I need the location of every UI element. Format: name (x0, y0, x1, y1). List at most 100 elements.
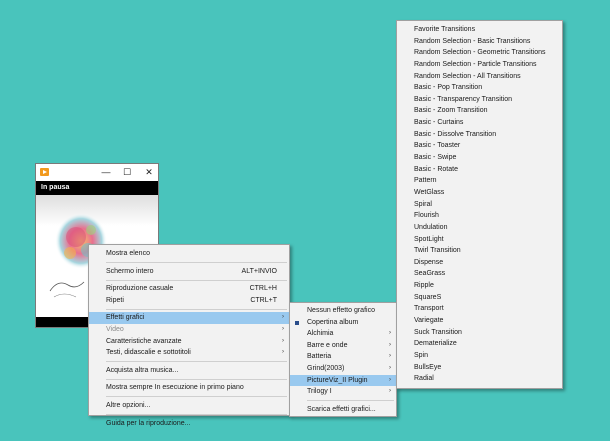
menu-item-shortcut: CTRL+H (249, 285, 277, 293)
effect-item-copertina-album[interactable]: Copertina album (290, 317, 396, 329)
menu-item-label: Altre opzioni... (106, 401, 151, 409)
transition-item-seagrass[interactable]: SeaGrass (397, 268, 562, 280)
menu-separator (106, 414, 287, 416)
menu-item-label: Trilogy I (307, 388, 332, 396)
transition-item-squares[interactable]: SquareS (397, 292, 562, 304)
checked-bullet-icon (295, 320, 299, 325)
menu-item-caratteristiche-avanzate[interactable]: Caratteristiche avanzate › (89, 336, 289, 348)
menu-item-label: Scarica effetti grafici... (307, 405, 376, 413)
effect-item-alchimia[interactable]: Alchimia › (290, 328, 396, 340)
transition-item-spiral[interactable]: Spiral (397, 199, 562, 211)
transition-item-basic-toaster[interactable]: Basic - Toaster (397, 140, 562, 152)
transition-item-flourish[interactable]: Flourish (397, 210, 562, 222)
transition-item-random-selection-particle-transitions[interactable]: Random Selection - Particle Transitions (397, 59, 562, 71)
transition-item-bullseye[interactable]: BullsEye (397, 362, 562, 374)
close-button[interactable]: ✕ (142, 166, 156, 178)
menu-item-label: Effetti grafici (106, 314, 145, 322)
playback-status: In pausa (36, 181, 158, 195)
effect-item-pictureviz-ii-plugin[interactable]: PictureViz_II Plugin › (290, 374, 396, 387)
submenu-arrow-icon: › (282, 349, 284, 356)
menu-item-schermo-intero[interactable]: Schermo intero ALT+INVIO (89, 266, 289, 278)
menu-item-label: Grind(2003) (307, 364, 345, 372)
menu-item-video: Video › (89, 324, 289, 336)
menu-item-altre-opzioni[interactable]: Altre opzioni... (89, 400, 289, 412)
minimize-button[interactable]: — (99, 166, 113, 178)
menu-item-label: Copertina album (307, 318, 359, 326)
menu-item-riproduzione-casuale[interactable]: Riproduzione casuale CTRL+H (89, 283, 289, 295)
menu-item-label: Video (106, 325, 124, 333)
submenu-arrow-icon: › (389, 353, 391, 360)
transition-item-undulation[interactable]: Undulation (397, 222, 562, 234)
submenu-arrow-icon: › (282, 314, 284, 321)
transition-item-basic-pop-transition[interactable]: Basic - Pop Transition (397, 82, 562, 94)
transition-item-dematerialize[interactable]: Dematerialize (397, 338, 562, 350)
menu-item-shortcut: CTRL+T (250, 296, 277, 304)
transition-item-spotlight[interactable]: SpotLight (397, 234, 562, 246)
transition-item-random-selection-basic-transitions[interactable]: Random Selection - Basic Transitions (397, 36, 562, 48)
menu-item-ripeti[interactable]: Ripeti CTRL+T (89, 295, 289, 307)
transition-item-transport[interactable]: Transport (397, 303, 562, 315)
menu-item-label: Testi, didascalie e sottotitoli (106, 349, 191, 357)
submenu-arrow-icon: › (389, 330, 391, 337)
transition-item-random-selection-all-transitions[interactable]: Random Selection - All Transitions (397, 71, 562, 83)
menu-item-label: Nessun effetto grafico (307, 307, 375, 314)
effect-item-trilogy-i[interactable]: Trilogy I › (290, 386, 396, 398)
maximize-button[interactable]: ☐ (120, 166, 134, 178)
effect-item-nessun-effetto-grafico[interactable]: Nessun effetto grafico (290, 305, 396, 317)
submenu-arrow-icon: › (282, 337, 284, 344)
title-bar[interactable]: — ☐ ✕ (36, 164, 158, 181)
menu-separator (307, 400, 394, 402)
menu-item-label: Riproduzione casuale (106, 285, 174, 293)
menu-separator (106, 378, 287, 380)
submenu-arrow-icon: › (389, 376, 391, 383)
transition-item-spin[interactable]: Spin (397, 350, 562, 362)
menu-item-label: Alchimia (307, 330, 334, 338)
transition-item-basic-zoom-transition[interactable]: Basic - Zoom Transition (397, 105, 562, 117)
effect-item-barre-e-onde[interactable]: Barre e onde › (290, 340, 396, 352)
menu-item-label: Schermo intero (106, 267, 154, 275)
transition-item-basic-swipe[interactable]: Basic - Swipe (397, 152, 562, 164)
transition-item-variegate[interactable]: Variegate (397, 315, 562, 327)
transition-item-pattern[interactable]: Pattern (397, 175, 562, 187)
transition-item-basic-transparency-transition[interactable]: Basic - Transparency Transition (397, 94, 562, 106)
submenu-arrow-icon: › (282, 325, 284, 332)
transition-item-dispense[interactable]: Dispense (397, 257, 562, 269)
menu-item-guida-per-la-riproduzione[interactable]: Guida per la riproduzione... (89, 418, 289, 430)
transition-item-random-selection-geometric-transitions[interactable]: Random Selection - Geometric Transitions (397, 47, 562, 59)
transitions-submenu: Favorite Transitions Random Selection - B… (396, 20, 563, 389)
menu-item-label: Caratteristiche avanzate (106, 337, 182, 345)
transition-item-basic-curtains[interactable]: Basic - Curtains (397, 117, 562, 129)
menu-item-mostra-sempre-in-esecuzione-in-primo-piano[interactable]: Mostra sempre In esecuzione in primo pia… (89, 382, 289, 394)
menu-item-label: Guida per la riproduzione... (106, 419, 191, 427)
transition-item-wetglass[interactable]: WetGlass (397, 187, 562, 199)
effect-item-grind-2003[interactable]: Grind(2003) › (290, 363, 396, 375)
menu-item-label: Mostra elenco (106, 250, 150, 257)
menu-item-label: Acquista altra musica... (106, 366, 179, 374)
media-player-icon (40, 168, 49, 176)
menu-separator (106, 361, 287, 363)
menu-item-label: PictureViz_II Plugin (307, 376, 368, 384)
menu-item-shortcut: ALT+INVIO (241, 267, 277, 275)
menu-separator (106, 396, 287, 398)
menu-item-label: Mostra sempre In esecuzione in primo pia… (106, 384, 244, 392)
menu-item-label: Batteria (307, 353, 332, 361)
submenu-arrow-icon: › (389, 388, 391, 395)
transition-item-basic-dissolve-transition[interactable]: Basic - Dissolve Transition (397, 129, 562, 141)
transition-item-basic-rotate[interactable]: Basic - Rotate (397, 164, 562, 176)
effect-item-batteria[interactable]: Batteria › (290, 351, 396, 363)
transition-item-suck-transition[interactable]: Suck Transition (397, 327, 562, 339)
context-menu: Mostra elenco Schermo intero ALT+INVIO Ripr… (88, 244, 290, 427)
menu-item-effetti-grafici[interactable]: Effetti grafici › (89, 312, 289, 324)
menu-separator (106, 308, 287, 310)
submenu-arrow-icon: › (389, 364, 391, 371)
menu-item-testi-didascalie-e-sottotitoli[interactable]: Testi, didascalie e sottotitoli › (89, 347, 289, 359)
menu-item-acquista-altra-musica[interactable]: Acquista altra musica... (89, 365, 289, 377)
effect-item-scarica-effetti-grafici[interactable]: Scarica effetti grafici... (290, 404, 396, 416)
menu-item-mostra-elenco[interactable]: Mostra elenco (89, 248, 289, 260)
transition-item-favorite-transitions[interactable]: Favorite Transitions (397, 24, 562, 36)
transition-item-twirl-transition[interactable]: Twirl Transition (397, 245, 562, 257)
menu-item-label: Barre e onde (307, 341, 348, 349)
transition-item-radial[interactable]: Radial (397, 373, 562, 385)
transition-item-ripple[interactable]: Ripple (397, 280, 562, 292)
effects-submenu: Nessun effetto grafico Copertina album Alc… (289, 302, 397, 417)
